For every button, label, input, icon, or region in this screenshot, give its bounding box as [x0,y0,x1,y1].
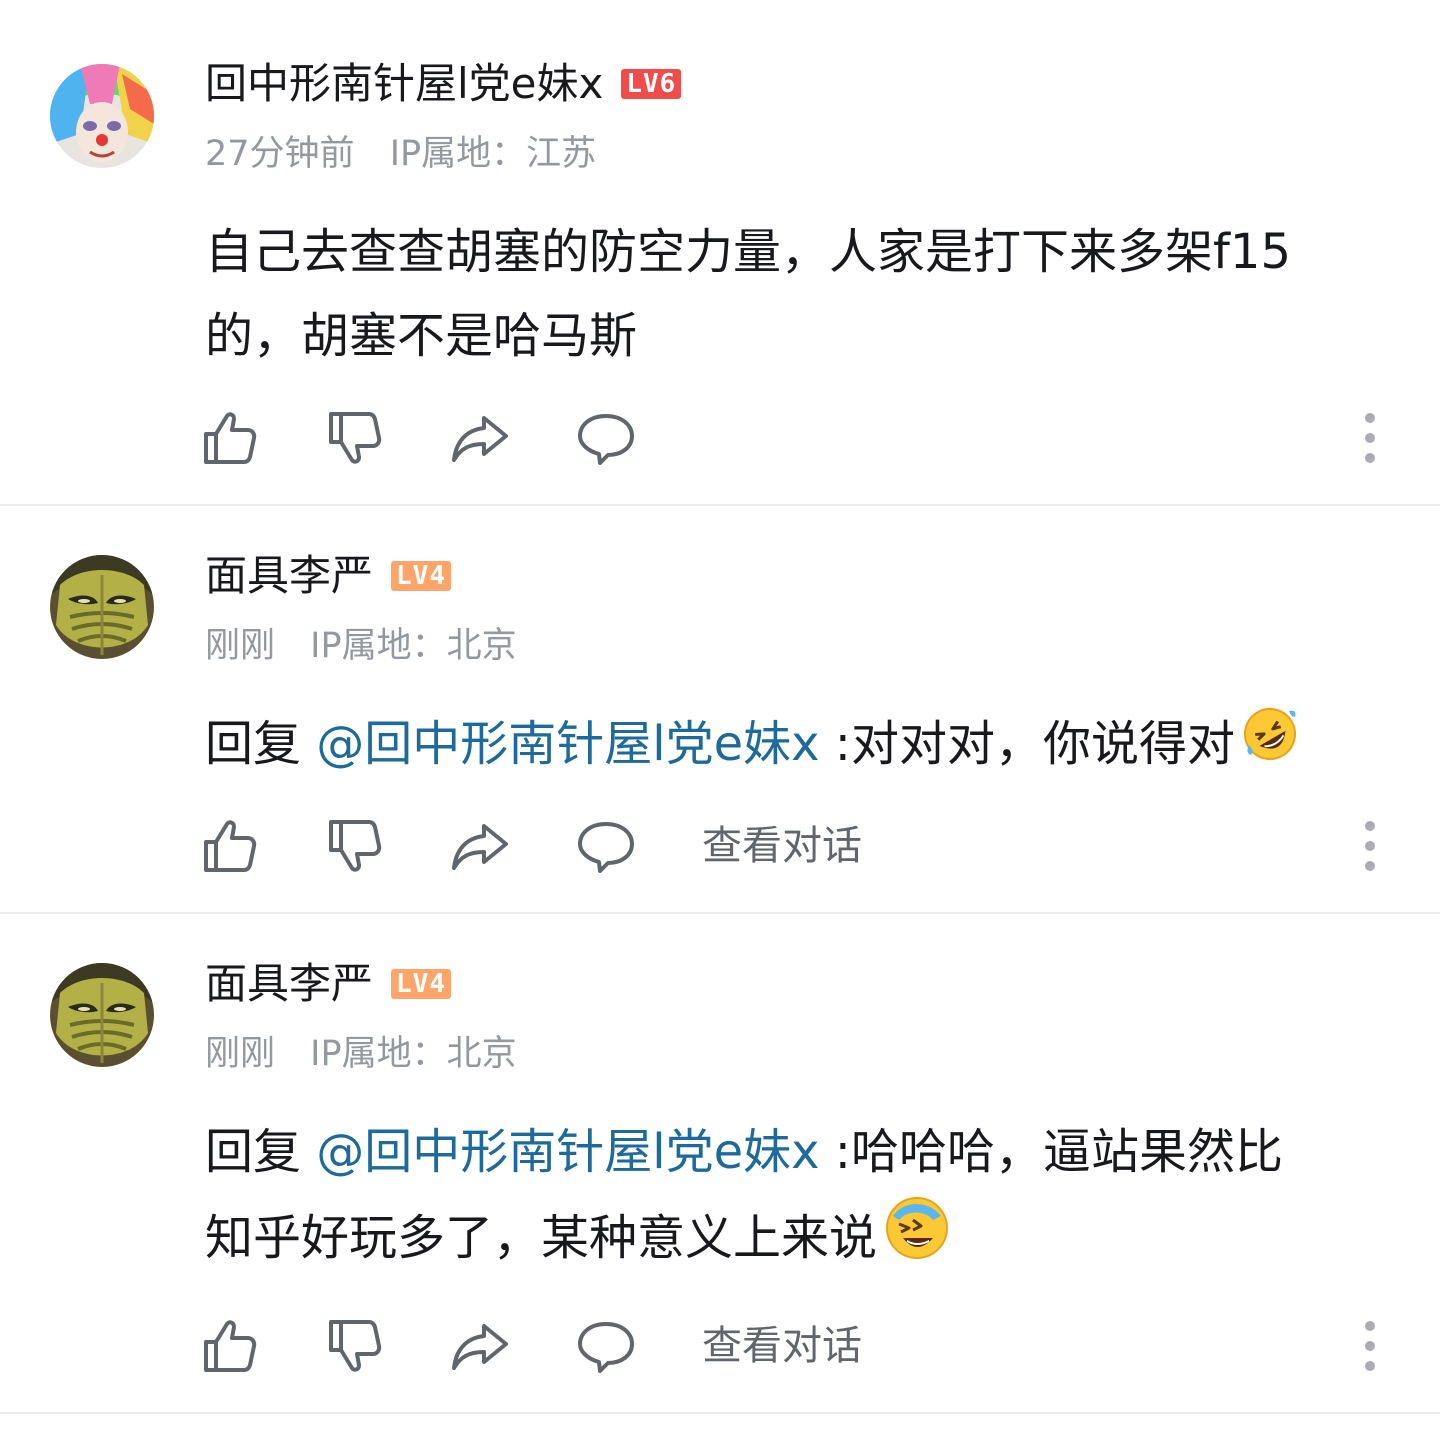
ip-location: IP属地：北京 [310,1034,517,1074]
action-bar: 查看对话 [200,816,1400,876]
ip-location: IP属地：北京 [310,626,517,666]
username[interactable]: 面具李严 [205,959,373,1009]
more-options-icon[interactable] [1355,1316,1385,1376]
comment-item: 面具李严 LV4 刚刚 IP属地：北京 回复 @回中形南针屋l党e妹x :对对对… [0,506,1440,912]
level-badge: LV4 [391,561,451,591]
dislike-icon[interactable] [325,816,385,876]
content-line: 回复 @回中形南针屋l党e妹x :对对对，你说得对 [205,702,1405,789]
more-options-icon[interactable] [1355,408,1385,468]
content-line: 自己去查查胡塞的防空力量，人家是打下来多架f15 [205,224,1291,280]
rolling-on-floor-laughing-emoji-icon [1241,705,1299,789]
action-bar [200,408,1400,468]
reply-text: 知乎好玩多了，某种意义上来说 [205,1210,878,1266]
user-row: 面具李严 LV4 [205,551,451,601]
comment-item: 回中形南针屋l党e妹x LV6 27分钟前 IP属地：江苏 自己去查查胡塞的防空… [0,0,1440,505]
content-line: 知乎好玩多了，某种意义上来说 [205,1194,1405,1288]
view-conversation-link[interactable]: 查看对话 [702,822,862,870]
avatar[interactable] [50,555,154,659]
view-conversation-link[interactable]: 查看对话 [702,1322,862,1370]
more-options-icon[interactable] [1355,816,1385,876]
rainbow-hair-clown-avatar-icon [50,64,154,168]
comment-time: 刚刚 [205,1034,276,1074]
comment-content: 回复 @回中形南针屋l党e妹x :对对对，你说得对 [205,702,1405,789]
share-icon[interactable] [450,1316,510,1376]
dislike-icon[interactable] [325,408,385,468]
reply-prefix: 回复 [205,1124,317,1180]
comment-time: 27分钟前 [205,134,355,174]
level-badge: LV6 [621,69,682,99]
reply-icon[interactable] [576,408,636,468]
reply-icon[interactable] [576,1316,636,1376]
comment-content: 回复 @回中形南针屋l党e妹x :哈哈哈，逼站果然比 知乎好玩多了，某种意义上来… [205,1110,1405,1288]
comment-time: 刚刚 [205,626,276,666]
username[interactable]: 回中形南针屋l党e妹x [205,59,603,109]
comment-item: 面具李严 LV4 刚刚 IP属地：北京 回复 @回中形南针屋l党e妹x :哈哈哈… [0,914,1440,1414]
mention-link[interactable]: @回中形南针屋l党e妹x [316,1124,819,1180]
avatar[interactable] [50,963,154,1067]
user-row: 面具李严 LV4 [205,959,451,1009]
level-badge: LV4 [391,969,451,999]
green-mask-avatar-icon [50,963,154,1067]
mention-link[interactable]: @回中形南针屋l党e妹x [316,716,819,772]
like-icon[interactable] [200,816,260,876]
green-mask-avatar-icon [50,555,154,659]
avatar[interactable] [50,64,154,168]
action-bar: 查看对话 [200,1316,1400,1376]
reply-icon[interactable] [576,816,636,876]
user-row: 回中形南针屋l党e妹x LV6 [205,59,682,109]
meta-row: 27分钟前 IP属地：江苏 [205,132,596,176]
share-icon[interactable] [450,408,510,468]
laughing-tears-emoji-icon [883,1194,951,1288]
comment-content: 自己去查查胡塞的防空力量，人家是打下来多架f15 的，胡塞不是哈马斯 [205,210,1405,378]
content-line: 的，胡塞不是哈马斯 [205,308,638,364]
reply-text: :对对对，你说得对 [819,716,1235,772]
reply-text: :哈哈哈，逼站果然比 [819,1124,1283,1180]
dislike-icon[interactable] [325,1316,385,1376]
meta-row: 刚刚 IP属地：北京 [205,1032,517,1076]
meta-row: 刚刚 IP属地：北京 [205,624,517,668]
like-icon[interactable] [200,408,260,468]
content-line: 回复 @回中形南针屋l党e妹x :哈哈哈，逼站果然比 [205,1110,1405,1194]
like-icon[interactable] [200,1316,260,1376]
reply-prefix: 回复 [205,716,317,772]
username[interactable]: 面具李严 [205,551,373,601]
divider [0,1412,1440,1414]
ip-location: IP属地：江苏 [389,134,597,174]
share-icon[interactable] [450,816,510,876]
